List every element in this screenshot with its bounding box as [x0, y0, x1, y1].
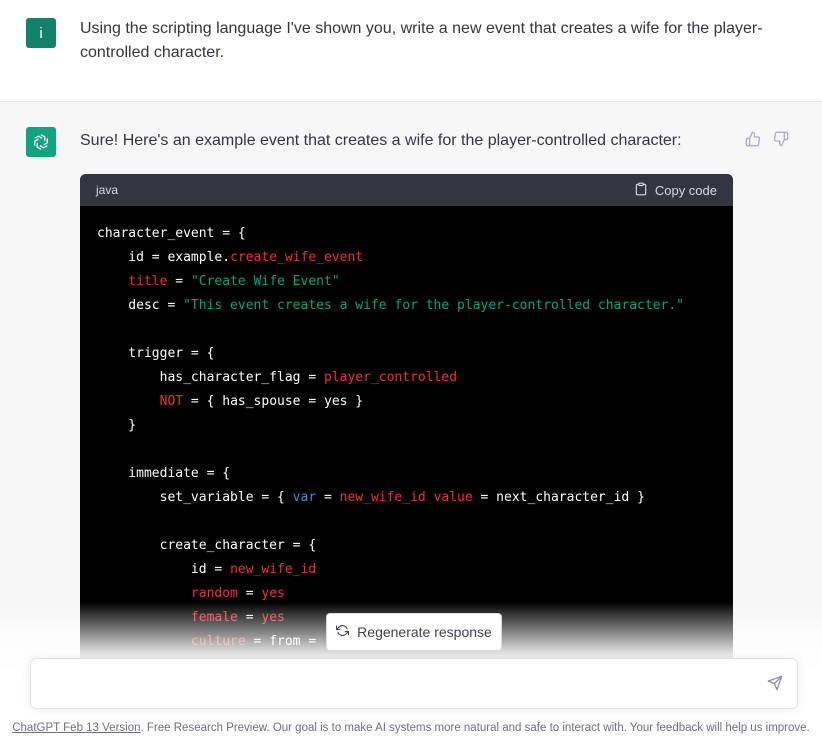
message-composer: [30, 658, 798, 709]
code-token: create_wife_event: [230, 250, 364, 265]
code-token: immediate = {: [97, 466, 231, 481]
code-line: }: [97, 414, 716, 438]
user-avatar: i: [26, 18, 56, 48]
code-token: }: [97, 418, 137, 433]
code-token: title: [128, 274, 168, 289]
assistant-intro-text: Sure! Here's an example event that creat…: [80, 132, 682, 149]
code-token: trigger = {: [97, 346, 215, 361]
code-line: immediate = {: [97, 462, 716, 486]
code-token: id = example.: [97, 250, 231, 265]
code-header: java Copy code: [80, 174, 733, 206]
copy-code-label: Copy code: [654, 182, 717, 198]
code-line: title = "Create Wife Event": [97, 270, 716, 294]
code-token: set_variable = {: [97, 490, 293, 505]
user-message-text: Using the scripting language I've shown …: [80, 20, 763, 61]
code-line: id = new_wife_id: [97, 558, 716, 582]
code-token: var: [292, 490, 317, 505]
regenerate-response-button[interactable]: Regenerate response: [326, 613, 502, 651]
copy-code-button[interactable]: Copy code: [634, 181, 717, 200]
message-input[interactable]: [45, 673, 745, 695]
code-token: = next_character_id }: [472, 490, 645, 505]
code-token: yes: [261, 586, 285, 601]
code-token: =: [167, 274, 191, 289]
code-token: "This event creates a wife for the playe…: [183, 298, 684, 313]
code-token: create_character = {: [97, 538, 317, 553]
code-token: =: [237, 586, 262, 601]
code-line: id = example.create_wife_event: [97, 246, 716, 270]
code-line: create_character = {: [97, 534, 716, 558]
code-token: new_wife_id: [230, 562, 317, 577]
user-message: i Using the scripting language I've show…: [0, 0, 822, 102]
thumbs-down-icon[interactable]: [772, 130, 790, 148]
send-button[interactable]: [766, 675, 784, 696]
code-token: NOT: [159, 394, 184, 409]
code-token: value: [433, 490, 473, 505]
code-token: random: [190, 586, 238, 601]
code-token: desc =: [97, 298, 184, 313]
send-icon: [767, 675, 783, 696]
code-line: has_character_flag = player_controlled: [97, 366, 716, 390]
footer-disclaimer: ChatGPT Feb 13 Version. Free Research Pr…: [0, 722, 822, 734]
code-token: new_wife_id: [339, 490, 426, 505]
code-line: desc = "This event creates a wife for th…: [97, 294, 716, 318]
code-token: = { has_spouse = yes }: [183, 394, 364, 409]
code-content: character_event = { id = example.create_…: [80, 206, 733, 670]
code-line: set_variable = { var = new_wife_id value…: [97, 486, 716, 510]
code-token: character_event = {: [97, 226, 246, 241]
refresh-icon: [336, 624, 350, 640]
regenerate-label: Regenerate response: [357, 624, 492, 640]
code-token: "Create Wife Event": [190, 274, 340, 289]
code-token: id =: [97, 562, 231, 577]
code-line: NOT = { has_spouse = yes }: [97, 390, 716, 414]
code-language-label: java: [96, 183, 119, 197]
clipboard-icon: [634, 181, 648, 200]
code-token: has_character_flag =: [97, 370, 324, 385]
version-link[interactable]: ChatGPT Feb 13 Version: [12, 722, 140, 734]
code-token: =: [316, 490, 340, 505]
openai-logo-icon: [26, 127, 56, 157]
thumbs-up-icon[interactable]: [744, 130, 762, 148]
code-line: character_event = {: [97, 222, 716, 246]
footer-text: . Free Research Preview. Our goal is to …: [140, 722, 810, 734]
code-token: player_controlled: [323, 370, 458, 385]
code-line: trigger = {: [97, 342, 716, 366]
